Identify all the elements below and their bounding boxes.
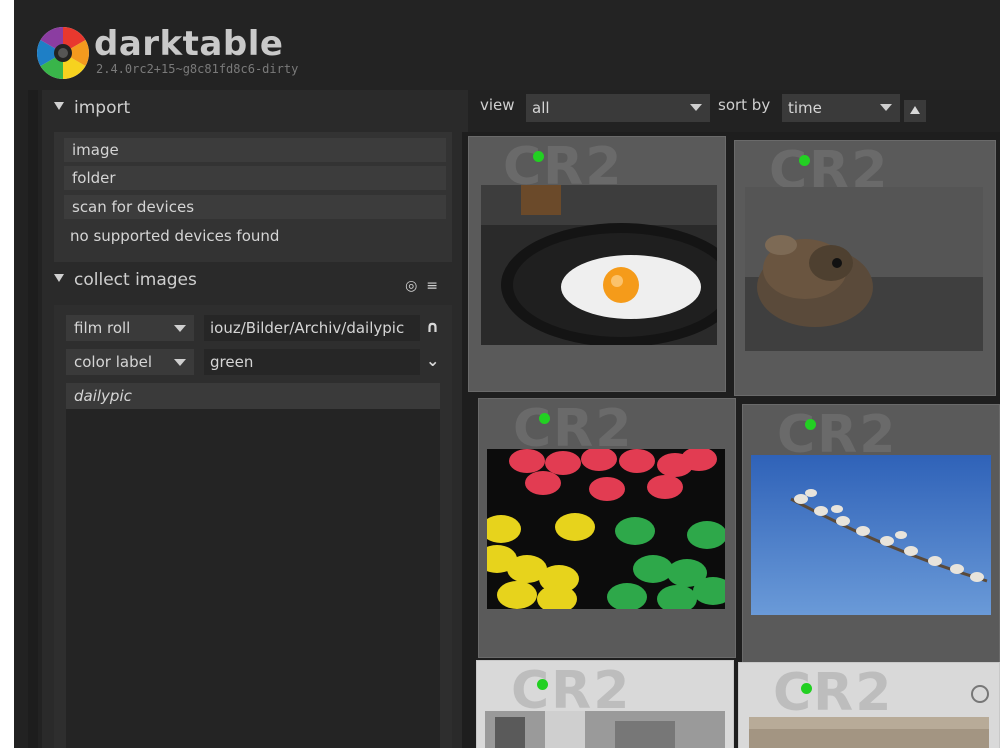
chevron-down-icon[interactable]: ⌄ xyxy=(426,351,439,370)
thumbnail-image xyxy=(481,185,717,345)
green-label-icon xyxy=(805,419,816,430)
thumbnail-image xyxy=(751,455,991,615)
left-panel: import image folder scan for devices no … xyxy=(42,90,468,748)
rule-property-select[interactable]: color label xyxy=(66,349,194,375)
dropdown-caret-icon xyxy=(174,359,186,366)
rule-property-value: film roll xyxy=(74,319,131,337)
thumbnail-cell[interactable]: CR2 xyxy=(478,398,736,658)
darktable-logo xyxy=(37,27,89,79)
collect-title: collect images xyxy=(74,270,197,290)
rule-value-input[interactable]: iouz/Bilder/Archiv/dailypic xyxy=(204,315,420,341)
thumbnail-cell[interactable]: CR2 xyxy=(734,140,996,396)
devices-status: no supported devices found xyxy=(70,227,280,245)
import-module: image folder scan for devices no support… xyxy=(54,132,452,262)
rule-property-value: color label xyxy=(74,353,152,371)
reject-icon[interactable] xyxy=(971,685,989,703)
thumbnail-image xyxy=(487,449,725,609)
expand-triangle-icon xyxy=(54,102,64,110)
green-label-icon xyxy=(801,683,812,694)
dropdown-caret-icon xyxy=(880,104,892,111)
thumbnail-cell[interactable]: CR2 xyxy=(738,662,1000,748)
collect-header-icons: ◎ ≡ xyxy=(405,278,438,294)
thumbnail-cell[interactable]: CR2 xyxy=(742,404,1000,664)
top-header: darktable 2.4.0rc2+15~g8c81fd8c6-dirty xyxy=(14,0,1000,90)
view-select[interactable]: all xyxy=(526,94,710,122)
list-item[interactable]: dailypic xyxy=(66,383,440,409)
green-label-icon xyxy=(537,679,548,690)
import-folder-button[interactable]: folder xyxy=(64,166,446,190)
sort-label: sort by xyxy=(718,96,771,114)
view-label: view xyxy=(480,96,515,114)
darktable-window: darktable 2.4.0rc2+15~g8c81fd8c6-dirty i… xyxy=(14,0,1000,748)
green-label-icon xyxy=(799,155,810,166)
thumbnail-cell[interactable]: CR2 xyxy=(476,660,734,748)
import-title: import xyxy=(74,98,131,118)
thumbnail-cell[interactable]: CR2 xyxy=(468,136,726,392)
app-version: 2.4.0rc2+15~g8c81fd8c6-dirty xyxy=(96,62,299,76)
view-value: all xyxy=(532,99,550,117)
dropdown-caret-icon xyxy=(174,325,186,332)
scan-devices-button[interactable]: scan for devices xyxy=(64,195,446,219)
format-watermark: CR2 xyxy=(773,663,894,723)
import-image-button[interactable]: image xyxy=(64,138,446,162)
lighttable-toolbar: view all sort by time xyxy=(476,90,1000,130)
import-header[interactable]: import xyxy=(54,98,130,118)
collect-module: film roll iouz/Bilder/Archiv/dailypic ∩ … xyxy=(54,305,452,748)
sort-select[interactable]: time xyxy=(782,94,900,122)
app-name: darktable xyxy=(94,24,284,64)
rule-property-select[interactable]: film roll xyxy=(66,315,194,341)
thumbnail-image xyxy=(485,711,725,748)
thumbnail-grid: CR2 CR2 CR2 CR2 CR2 CR2 xyxy=(462,132,1000,748)
expand-triangle-icon xyxy=(54,274,64,282)
up-arrow-icon[interactable]: ∩ xyxy=(426,317,439,336)
sort-value: time xyxy=(788,99,822,117)
thumbnail-image xyxy=(745,187,983,351)
green-label-icon xyxy=(533,151,544,162)
rule-value-input[interactable]: green xyxy=(204,349,420,375)
panel-edge xyxy=(28,90,38,748)
reset-icon[interactable]: ◎ xyxy=(405,278,417,294)
sort-order-button[interactable] xyxy=(904,100,926,122)
dropdown-caret-icon xyxy=(690,104,702,111)
collect-header[interactable]: collect images xyxy=(54,270,197,290)
collection-results: dailypic xyxy=(66,383,440,748)
presets-menu-icon[interactable]: ≡ xyxy=(426,278,438,294)
green-label-icon xyxy=(539,413,550,424)
thumbnail-image xyxy=(749,717,989,748)
